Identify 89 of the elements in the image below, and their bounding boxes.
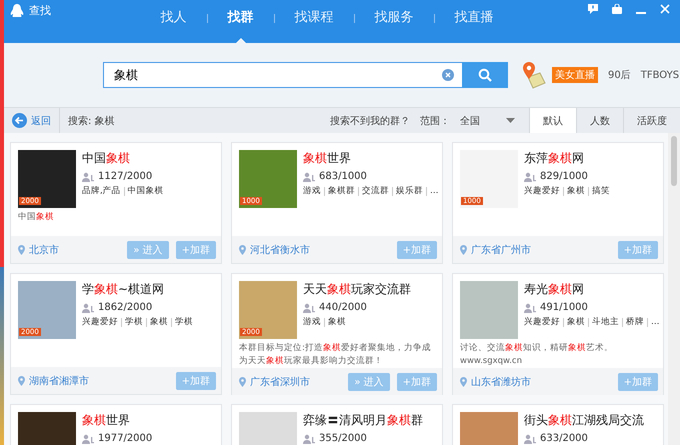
clear-icon[interactable] (442, 69, 454, 81)
location-pin-icon (460, 244, 467, 254)
location-pin-icon (460, 376, 467, 386)
group-tag: 兴趣爱好 (524, 185, 560, 197)
caret-icon (506, 118, 515, 123)
group-tag: 桥牌 (626, 316, 644, 328)
group-card[interactable]: 寿光象棋网 491/1000 兴趣爱好 象棋 斗地主 桥牌 … 讨论、交流象棋知识，精研象棋艺术。www.sgxqw.cn 山东省潍坊市 +加群 (452, 273, 664, 395)
group-avatar-placeholder (460, 281, 518, 339)
search-icon (478, 68, 492, 82)
group-name[interactable]: 学象棋~棋道网 (82, 281, 221, 298)
group-tag: 搞笑 (592, 185, 610, 197)
location-link[interactable]: 湖南省湘潭市 (29, 374, 89, 388)
location-pin-icon (239, 376, 246, 386)
group-card[interactable]: 象棋世界 1977/2000 (10, 404, 222, 445)
range-dropdown[interactable]: 全国 (460, 114, 515, 128)
group-tag: 中国象棋 (128, 185, 164, 197)
sort-tab[interactable]: 默认 (529, 108, 576, 133)
group-tag: 象棋 (328, 316, 346, 328)
group-tag: 兴趣爱好 (524, 316, 560, 328)
member-count: 355/2000 (319, 433, 367, 444)
group-card[interactable]: 弈缘〓清风明月象棋群 355/2000 (231, 404, 443, 445)
member-count: 1977/2000 (98, 433, 152, 444)
location-pin-icon (18, 376, 25, 386)
group-name[interactable]: 象棋世界 (82, 412, 221, 429)
close-icon[interactable] (660, 4, 670, 14)
group-tag: 娱乐群 (396, 185, 423, 197)
scrollbar-thumb[interactable] (671, 136, 677, 186)
not-found-link[interactable]: 搜索不到我的群？ (330, 114, 410, 128)
members-icon (82, 302, 94, 312)
nav-tab[interactable]: 找群 (208, 8, 274, 43)
member-count: 633/2000 (540, 433, 588, 444)
group-tag: … (430, 186, 438, 196)
group-name[interactable]: 象棋世界 (303, 150, 442, 167)
member-count: 491/1000 (540, 302, 588, 313)
hot-search-link[interactable]: 90后 (608, 68, 631, 82)
location-link[interactable]: 山东省潍坊市 (471, 374, 531, 388)
lock-icon[interactable] (612, 4, 622, 14)
scrollbar[interactable] (668, 133, 680, 445)
member-count: 683/1000 (319, 171, 367, 182)
search-field[interactable]: 象棋 (103, 62, 462, 88)
group-name[interactable]: 东萍象棋网 (524, 150, 663, 167)
group-name[interactable]: 寿光象棋网 (524, 281, 663, 298)
location-link[interactable]: 广东省广州市 (471, 242, 531, 256)
member-count: 1127/2000 (98, 171, 152, 182)
group-tag: 象棋 (567, 316, 585, 328)
group-tag: 斗地主 (592, 316, 619, 328)
group-tag: 交流群 (362, 185, 389, 197)
search-button[interactable] (462, 62, 508, 88)
group-name[interactable]: 中国象棋 (82, 150, 221, 167)
group-tag: 游戏 (303, 316, 321, 328)
hot-search-link[interactable]: TFBOYS (640, 70, 680, 80)
group-tag: 学棋 (125, 316, 143, 328)
members-icon (303, 302, 315, 312)
location-pin-icon (18, 244, 25, 254)
members-icon (524, 434, 536, 444)
members-icon (82, 434, 94, 444)
location-link[interactable]: 广东省深圳市 (250, 374, 310, 388)
window-title: 查找 (29, 3, 51, 18)
group-tag: 象棋群 (328, 185, 355, 197)
group-tag: 象棋 (567, 185, 585, 197)
group-name[interactable]: 街头象棋江湖残局交流 (524, 412, 663, 429)
location-pin-icon (239, 244, 246, 254)
members-icon (524, 302, 536, 312)
group-name[interactable]: 弈缘〓清风明月象棋群 (303, 412, 442, 429)
group-tag: 象棋 (150, 316, 168, 328)
range-label: 范围： (420, 114, 450, 128)
penguin-icon (10, 3, 24, 18)
member-count: 1862/2000 (98, 302, 152, 313)
members-icon (524, 172, 536, 182)
location-link[interactable]: 河北省衡水市 (250, 242, 310, 256)
group-description: 讨论、交流象棋知识，精研象棋艺术。www.sgxqw.cn (459, 342, 614, 368)
members-icon (303, 434, 315, 444)
group-card[interactable]: 街头象棋江湖残局交流 633/2000 (452, 404, 664, 445)
map-pin-icon[interactable] (520, 61, 546, 89)
feedback-icon[interactable] (588, 4, 598, 14)
search-query-text: 搜索: 象棋 (68, 114, 115, 128)
members-icon (82, 172, 94, 182)
group-tag: 学棋 (175, 316, 193, 328)
group-tag: 游戏 (303, 185, 321, 197)
group-description: 本群目标与定位:打造象棋爱好者聚集地，力争成为天天象棋玩家最具影响力交流群！ (238, 342, 432, 368)
group-description: 中国象棋 (17, 211, 55, 224)
group-tag: … (651, 317, 660, 327)
member-count: 829/1000 (540, 171, 588, 182)
location-link[interactable]: 北京市 (29, 242, 59, 256)
group-tag: 品牌,产品 (82, 185, 121, 197)
members-icon (303, 172, 315, 182)
member-count: 440/2000 (319, 302, 367, 313)
group-tag: 兴趣爱好 (82, 316, 118, 328)
group-name[interactable]: 天天象棋玩家交流群 (303, 281, 442, 298)
